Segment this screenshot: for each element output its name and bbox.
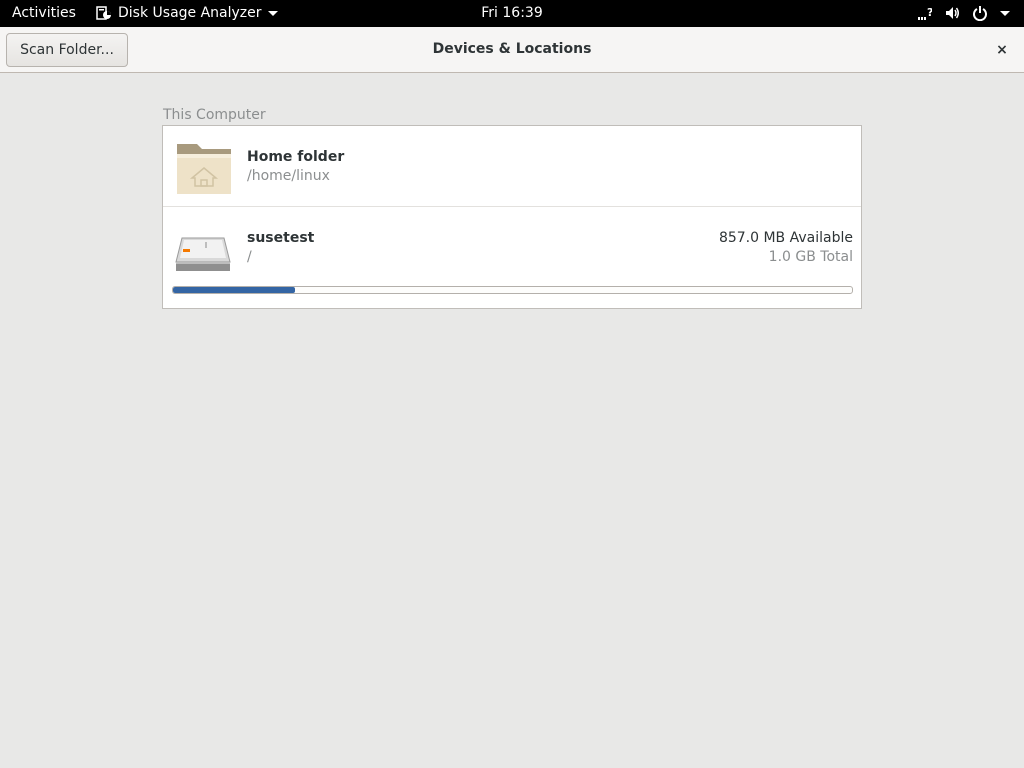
home-folder-row[interactable]: Home folder /home/linux [163, 126, 861, 207]
header-bar: Scan Folder... Devices & Locations × [0, 27, 1024, 73]
home-folder-icon [177, 144, 231, 194]
section-label: This Computer [163, 107, 266, 123]
hard-disk-icon [175, 237, 231, 271]
total-space: 1.0 GB Total [768, 249, 853, 265]
system-menu-chevron-icon[interactable] [1000, 10, 1010, 16]
disk-usage-fill [173, 287, 296, 293]
device-name: susetest [247, 230, 315, 246]
close-icon: × [996, 42, 1008, 58]
clock[interactable]: Fri 16:39 [0, 5, 1024, 21]
volume-icon[interactable] [944, 5, 960, 21]
susetest-disk-row[interactable]: susetest / 857.0 MB Available 1.0 GB Tot… [163, 207, 861, 308]
available-space: 857.0 MB Available [718, 230, 853, 246]
device-name: Home folder [247, 149, 345, 165]
device-list: Home folder /home/linux susetest / 857.0… [162, 125, 862, 309]
page-title: Devices & Locations [432, 41, 592, 57]
device-path: /home/linux [247, 168, 330, 184]
device-path: / [247, 249, 252, 265]
svg-text:?: ? [927, 6, 932, 19]
disk-usage-bar [172, 286, 853, 294]
top-bar: Activities Disk Usage Analyzer Fri 16:39… [0, 0, 1024, 27]
power-icon[interactable] [972, 5, 988, 21]
system-tray[interactable]: ? [918, 5, 1010, 21]
close-button[interactable]: × [992, 40, 1012, 60]
network-unknown-icon[interactable]: ? [918, 5, 932, 21]
